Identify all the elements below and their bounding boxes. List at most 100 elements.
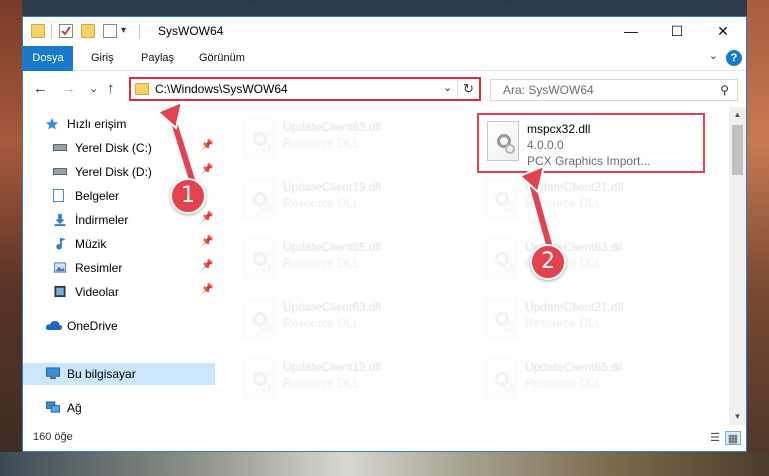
sidebar-item-videos[interactable]: Videolar 📌 <box>23 281 215 303</box>
dll-file-icon <box>243 119 275 159</box>
status-bar: 160 öğe ☰ ▦ <box>23 425 746 451</box>
file-item[interactable]: UpdateClient63.dll Resource DLL <box>477 233 707 289</box>
forward-button[interactable]: → <box>61 80 76 97</box>
sidebar-item-pictures[interactable]: Resimler 📌 <box>23 257 215 279</box>
item-count: 160 öğe <box>33 431 73 443</box>
file-item-selected[interactable]: mspcx32.dll 4.0.0.0 PCX Graphics Import.… <box>477 113 705 173</box>
pin-icon[interactable]: 📌 <box>201 212 213 223</box>
sidebar-item-drive-c[interactable]: Yerel Disk (C:) 📌 <box>23 137 215 159</box>
sidebar-item-label: OneDrive <box>67 319 118 333</box>
sidebar-item-label: Bu bilgisayar <box>67 367 136 381</box>
file-type: Resource DLL <box>525 196 602 210</box>
computer-icon <box>46 367 60 380</box>
file-name: UpdateClient21.dll <box>525 300 624 314</box>
file-version: 4.0.0.0 <box>527 138 564 152</box>
folder-icon <box>135 83 149 95</box>
divider <box>139 24 140 39</box>
scroll-up-icon[interactable]: ▲ <box>729 107 746 123</box>
dll-file-icon <box>487 121 519 161</box>
drive-icon <box>53 144 67 151</box>
dll-file-icon <box>243 179 275 219</box>
file-type: Resource DLL <box>283 196 360 210</box>
tab-home[interactable]: Giriş <box>81 46 124 71</box>
back-button[interactable]: ← <box>33 80 48 97</box>
desktop-background-right <box>747 0 769 476</box>
file-item[interactable]: UpdateClient19.dll Resource DLL <box>235 353 465 409</box>
pictures-icon <box>53 262 67 273</box>
file-item[interactable]: UpdateClient63.dll Resource DLL <box>235 293 465 349</box>
navigation-bar: ← → ⌄ ↑ C:\Windows\SysWOW64 ⌄ ↻ Ara: Sys… <box>23 71 746 107</box>
folder-icon <box>31 24 45 38</box>
file-item[interactable]: UpdateClient65.dll Resource DLL <box>477 353 707 409</box>
window-title: SysWOW64 <box>158 24 224 38</box>
file-item[interactable]: UpdateClient65.dll Resource DLL <box>235 233 465 289</box>
address-bar[interactable]: C:\Windows\SysWOW64 ⌄ ↻ <box>129 77 481 101</box>
chevron-down-icon[interactable]: ⌄ <box>709 49 718 62</box>
new-folder-icon[interactable] <box>81 24 95 38</box>
file-item[interactable]: UpdateClient19.dll Resource DLL <box>235 173 465 229</box>
file-type: Resource DLL <box>283 316 360 330</box>
pin-icon[interactable]: 📌 <box>201 236 213 247</box>
scrollbar-thumb[interactable] <box>732 125 743 175</box>
file-item[interactable]: UpdateClient63.dll Resource DLL <box>235 113 465 169</box>
dll-file-icon <box>243 299 275 339</box>
view-settings-icon[interactable] <box>103 24 117 38</box>
sidebar-item-network[interactable]: Ağ <box>23 397 215 419</box>
tab-file[interactable]: Dosya <box>23 46 73 71</box>
sidebar-item-quick-access[interactable]: Hızlı erişim <box>23 113 215 135</box>
help-button[interactable]: ? <box>726 50 742 66</box>
sidebar-item-onedrive[interactable]: OneDrive <box>23 315 215 337</box>
details-view-icon[interactable]: ☰ <box>707 431 723 445</box>
vertical-scrollbar[interactable]: ▲ ▼ <box>729 107 746 425</box>
sidebar-item-label: Hızlı erişim <box>67 117 127 131</box>
sidebar-item-label: İndirmeler <box>75 213 129 227</box>
search-placeholder: Ara: SysWOW64 <box>503 83 594 97</box>
file-type: Resource DLL <box>283 256 360 270</box>
dll-file-icon <box>485 239 517 279</box>
sidebar-item-label: Ağ <box>67 401 82 415</box>
explorer-window: ▾ SysWOW64 — ☐ ✕ Dosya Giriş Paylaş Görü… <box>22 16 747 452</box>
pin-icon[interactable]: 📌 <box>201 164 213 175</box>
dll-file-icon <box>485 359 517 399</box>
search-icon[interactable]: ⚲ <box>720 83 729 97</box>
sidebar-item-this-pc[interactable]: Bu bilgisayar <box>23 363 215 385</box>
documents-icon <box>53 189 64 202</box>
sidebar-item-music[interactable]: Müzik 📌 <box>23 233 215 255</box>
sidebar-item-label: Yerel Disk (C:) <box>75 141 152 155</box>
file-name: UpdateClient65.dll <box>283 240 382 254</box>
file-type: Resource DLL <box>525 376 602 390</box>
file-type: Resource DLL <box>283 136 360 150</box>
scroll-down-icon[interactable]: ▼ <box>729 409 746 425</box>
music-icon <box>56 237 66 250</box>
file-name: mspcx32.dll <box>527 122 591 136</box>
minimize-button[interactable]: — <box>608 17 654 46</box>
dll-file-icon <box>485 299 517 339</box>
customize-toolbar-icon[interactable]: ▾ <box>121 24 135 38</box>
file-list: UpdateClient63.dll Resource DLL mspcx32.… <box>215 107 729 425</box>
file-type: Resource DLL <box>525 316 602 330</box>
maximize-button[interactable]: ☐ <box>654 17 700 46</box>
divider <box>51 24 52 39</box>
search-input[interactable]: Ara: SysWOW64 ⚲ <box>490 79 738 101</box>
tab-share[interactable]: Paylaş <box>131 46 184 71</box>
refresh-button[interactable]: ↻ <box>457 79 479 99</box>
close-button[interactable]: ✕ <box>700 17 746 46</box>
download-icon <box>54 213 66 226</box>
file-item[interactable]: UpdateClient21.dll Resource DLL <box>477 173 707 229</box>
tiles-view-icon[interactable]: ▦ <box>725 431 741 445</box>
recent-locations-button[interactable]: ⌄ <box>89 82 98 95</box>
tab-view[interactable]: Görünüm <box>189 46 255 71</box>
up-button[interactable]: ↑ <box>107 80 115 97</box>
pin-icon[interactable]: 📌 <box>201 260 213 271</box>
address-path[interactable]: C:\Windows\SysWOW64 <box>155 82 288 96</box>
title-bar: ▾ SysWOW64 — ☐ ✕ <box>23 17 746 46</box>
step-two-badge: 2 <box>530 244 566 280</box>
properties-icon[interactable] <box>59 24 73 38</box>
pin-icon[interactable]: 📌 <box>201 140 213 151</box>
file-name: UpdateClient19.dll <box>283 180 382 194</box>
file-description: PCX Graphics Import... <box>527 154 651 168</box>
pin-icon[interactable]: 📌 <box>201 284 213 295</box>
navigation-pane: Hızlı erişim Yerel Disk (C:) 📌 Yerel Dis… <box>23 107 215 425</box>
file-item[interactable]: UpdateClient21.dll Resource DLL <box>477 293 707 349</box>
chevron-down-icon[interactable]: ⌄ <box>443 81 452 94</box>
